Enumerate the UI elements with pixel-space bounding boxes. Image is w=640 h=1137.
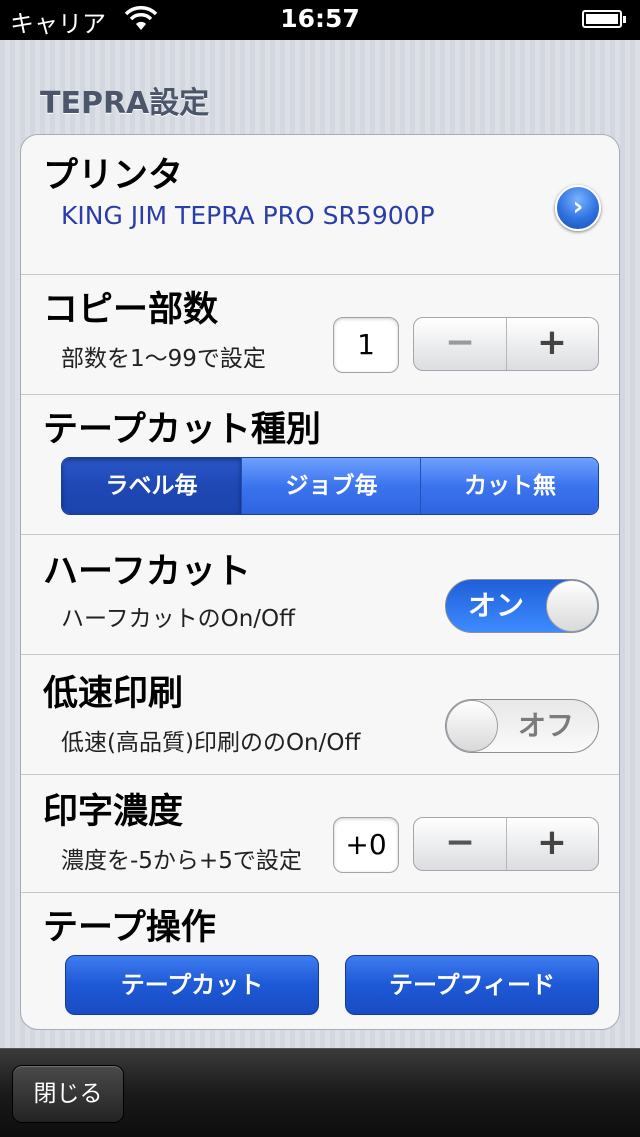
density-plus-button[interactable]: + <box>506 818 598 870</box>
low-speed-row: 低速印刷 低速(高品質)印刷ののOn/Off オフ <box>21 655 619 775</box>
tape-cut-title: テープカット種別 <box>43 410 321 450</box>
status-bar: キャリア 16:57 <box>0 0 640 40</box>
low-speed-title: 低速印刷 <box>43 674 184 714</box>
tape-cut-button[interactable]: テープカット <box>65 955 319 1015</box>
density-title: 印字濃度 <box>43 792 184 832</box>
low-speed-toggle[interactable]: オフ <box>445 699 599 753</box>
copies-title: コピー部数 <box>43 290 219 330</box>
bottom-toolbar: 閉じる <box>0 1048 640 1137</box>
tape-feed-button[interactable]: テープフィード <box>345 955 599 1015</box>
low-speed-subtitle: 低速(高品質)印刷ののOn/Off <box>61 730 361 756</box>
segment-per-label[interactable]: ラベル毎 <box>62 458 241 514</box>
printer-title: プリンタ <box>43 156 184 196</box>
close-button[interactable]: 閉じる <box>12 1065 124 1123</box>
battery-icon <box>582 10 626 28</box>
toggle-knob <box>446 700 498 752</box>
copies-value[interactable]: 1 <box>333 317 399 373</box>
copies-row: コピー部数 部数を1〜99で設定 1 − + <box>21 275 619 395</box>
toggle-knob <box>546 580 598 632</box>
status-time: 16:57 <box>280 4 360 33</box>
copies-stepper: − + <box>413 317 599 371</box>
tape-ops-row: テープ操作 テープカット テープフィード <box>21 893 619 1029</box>
copies-minus-button[interactable]: − <box>414 318 507 370</box>
copies-subtitle: 部数を1〜99で設定 <box>61 346 266 372</box>
chevron-right-icon[interactable]: › <box>555 185 601 231</box>
half-cut-title: ハーフカット <box>43 552 251 592</box>
segment-per-job[interactable]: ジョブ毎 <box>241 458 421 514</box>
density-stepper: − + <box>413 817 599 871</box>
printer-row[interactable]: プリンタ KING JIM TEPRA PRO SR5900P › <box>21 135 619 275</box>
tape-ops-title: テープ操作 <box>43 908 216 948</box>
density-value[interactable]: +0 <box>333 817 399 873</box>
copies-plus-button[interactable]: + <box>506 318 598 370</box>
printer-name: KING JIM TEPRA PRO SR5900P <box>61 201 435 230</box>
tape-cut-row: テープカット種別 ラベル毎 ジョブ毎 カット無 <box>21 395 619 535</box>
settings-group: プリンタ KING JIM TEPRA PRO SR5900P › コピー部数 … <box>20 134 620 1030</box>
density-subtitle: 濃度を-5から+5で設定 <box>61 848 302 874</box>
section-title: TEPRA設定 <box>40 86 210 121</box>
half-cut-row: ハーフカット ハーフカットのOn/Off オン <box>21 535 619 655</box>
half-cut-subtitle: ハーフカットのOn/Off <box>61 606 295 632</box>
density-minus-button[interactable]: − <box>414 818 507 870</box>
settings-content: TEPRA設定 プリンタ KING JIM TEPRA PRO SR5900P … <box>0 40 640 1048</box>
segment-no-cut[interactable]: カット無 <box>420 458 598 514</box>
half-cut-toggle-label: オン <box>468 589 525 622</box>
half-cut-toggle[interactable]: オン <box>445 579 599 633</box>
density-row: 印字濃度 濃度を-5から+5で設定 +0 − + <box>21 775 619 893</box>
tape-cut-segmented-control: ラベル毎 ジョブ毎 カット無 <box>61 457 599 515</box>
low-speed-toggle-label: オフ <box>517 709 574 742</box>
